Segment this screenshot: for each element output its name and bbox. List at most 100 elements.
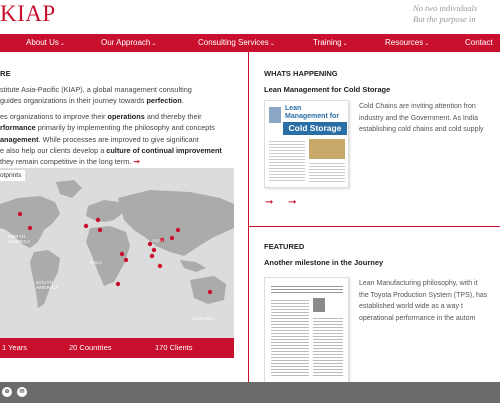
intro-emphasis: operations xyxy=(107,111,145,121)
nav-label: Our Approach xyxy=(101,38,151,47)
stat-clients: 170 Clients xyxy=(155,343,193,352)
summary-line: operational performance in the autom xyxy=(359,314,476,322)
intro-text-span: . While processes are improved to give s… xyxy=(38,134,199,144)
mail-icon[interactable]: ✉ xyxy=(17,387,27,397)
intro-line: anagement. While processes are improved … xyxy=(0,134,236,145)
share-icon[interactable]: ⊕ xyxy=(2,387,12,397)
tagline-line-1: No two individuals xyxy=(413,3,478,13)
nav-item-resources[interactable]: Resources⌄ xyxy=(385,34,429,53)
map-label-asia: ASIA xyxy=(152,238,164,243)
intro-text-span: guides organizations in their journey to… xyxy=(0,96,147,106)
intro-line: they remain competitive in the long term… xyxy=(0,156,236,167)
intro-line: guides organizations in their journey to… xyxy=(0,95,236,106)
continent-oceania xyxy=(190,276,226,304)
nav-item-training[interactable]: Training⌄ xyxy=(313,34,348,53)
right-column: WHATS HAPPENING Lean Management for Cold… xyxy=(249,52,500,384)
thumb-text-block xyxy=(309,161,345,183)
site-header: KIAP “ No two individuals But the purpos… xyxy=(0,0,500,34)
intro-line: stitute Asia-Pacific (KIAP), a global ma… xyxy=(0,85,192,94)
stats-bar: 1 Years 20 Countries 170 Clients xyxy=(0,338,234,358)
featured-title[interactable]: Another milestone in the Journey xyxy=(264,258,383,267)
summary-line: the Toyota Production System (TPS), has xyxy=(359,291,488,299)
featured-heading: FEATURED xyxy=(264,242,305,251)
read-more-arrow-icon[interactable]: ➞ xyxy=(133,157,139,166)
thumb-banner: Cold Storage xyxy=(283,122,347,135)
whats-happening-heading: WHATS HAPPENING xyxy=(264,69,338,78)
nav-label: Resources xyxy=(385,38,424,47)
next-arrow-icon[interactable]: ➞ ➞ xyxy=(265,197,303,208)
nav-item-consulting-services[interactable]: Consulting Services⌄ xyxy=(198,34,275,53)
intro-heading: RE xyxy=(0,69,11,78)
tagline-line-2: But the purpose in xyxy=(413,14,476,24)
chevron-down-icon: ⌄ xyxy=(342,41,348,47)
nav-item-contact[interactable]: Contact xyxy=(465,34,493,52)
nav-item-our-approach[interactable]: Our Approach⌄ xyxy=(101,34,156,53)
nav-label: Consulting Services xyxy=(198,38,269,47)
map-label-north-america: NORTH AMERICA xyxy=(8,234,31,244)
thumb-line: Lean xyxy=(285,105,302,112)
nav-label: Contact xyxy=(465,38,493,47)
intro-emphasis: anagement xyxy=(0,134,39,144)
continent-africa xyxy=(86,226,130,286)
nav-label: About Us xyxy=(26,38,59,47)
summary-line: establishing cold chains and cold supply xyxy=(359,126,484,133)
thumb-title-block xyxy=(271,284,343,294)
intro-line: e also help our clients develop a cultur… xyxy=(0,145,236,156)
summary-line: Lean Manufacturing philosophy, with it xyxy=(359,280,478,287)
world-map: otprints NORTH AMERICA SOUTH AMERICA RIC… xyxy=(0,168,234,338)
continent-europe xyxy=(86,200,124,222)
map-label-africa: RICA xyxy=(90,260,102,265)
intro-line: es organizations to improve their operat… xyxy=(0,111,236,122)
map-label-oceania: OCEANIA xyxy=(192,316,215,321)
intro-text-span: they remain competitive in the long term… xyxy=(0,157,134,167)
intro-text-span: . xyxy=(181,96,184,106)
footer: ⊕ ✉ xyxy=(0,382,500,403)
thumb-heading: Lean Management for xyxy=(285,105,339,121)
author-photo xyxy=(269,107,281,123)
author-photo xyxy=(313,298,325,312)
intro-text-span: e also help our clients develop a xyxy=(0,146,107,156)
section-divider xyxy=(249,226,500,227)
continent-greenland xyxy=(56,180,82,198)
stat-years: 1 Years xyxy=(2,343,28,352)
world-map-graphic xyxy=(0,180,234,308)
intro-emphasis: rformance xyxy=(0,123,36,133)
chevron-down-icon: ⌄ xyxy=(424,41,430,47)
thumb-line: Management for xyxy=(285,113,340,120)
summary-line: Cold Chains are inviting attention fron xyxy=(359,103,476,110)
stat-countries: 20 Countries xyxy=(69,343,112,352)
continent-islands xyxy=(180,260,206,272)
continent-south-america xyxy=(30,250,60,308)
map-label-south-america: SOUTH AMERICA xyxy=(36,280,59,290)
quote-mark-icon: “ xyxy=(402,0,411,13)
thumb-text-block xyxy=(271,298,309,378)
featured-text: Lean Manufacturing philosophy, with it t… xyxy=(359,278,500,324)
thumb-text-block xyxy=(313,316,343,378)
whats-happening-text: Cold Chains are inviting attention fron … xyxy=(359,101,500,136)
intro-line: rformance primarily by implementing the … xyxy=(0,122,236,133)
whats-happening-title[interactable]: Lean Management for Cold Storage xyxy=(264,85,390,94)
logo[interactable]: KIAP xyxy=(0,1,56,27)
tagline: “ No two individuals But the purpose in xyxy=(402,0,497,25)
main-nav: About Us⌄ Our Approach⌄ Consulting Servi… xyxy=(0,34,500,52)
chevron-down-icon: ⌄ xyxy=(151,41,157,47)
nav-item-about-us[interactable]: About Us⌄ xyxy=(26,34,65,53)
intro-text-span: es organizations to improve their xyxy=(0,111,108,121)
cold-storage-thumbnail[interactable]: Lean Management for Cold Storage xyxy=(264,100,349,188)
thumb-text-block xyxy=(269,139,305,183)
carousel-arrows[interactable]: ➞ ➞ xyxy=(265,197,303,208)
nav-label: Training xyxy=(313,38,342,47)
summary-line: industry and the Government. As India xyxy=(359,114,479,122)
intro-text: stitute Asia-Pacific (KIAP), a global ma… xyxy=(0,84,236,168)
summary-line: established world wide as a way t xyxy=(359,303,463,310)
intro-text-span: primarily by implementing the philosophy… xyxy=(35,123,215,133)
intro-emphasis: culture of continual improvement xyxy=(106,146,222,156)
intro-emphasis: perfection xyxy=(146,96,182,106)
chevron-down-icon: ⌄ xyxy=(269,41,275,47)
continent-asia xyxy=(118,190,234,256)
intro-text-span: and thereby their xyxy=(144,111,202,121)
thumb-photo xyxy=(309,139,345,159)
featured-thumbnail[interactable] xyxy=(264,277,349,384)
map-footprints-label: otprints xyxy=(0,170,26,181)
chevron-down-icon: ⌄ xyxy=(59,41,65,47)
